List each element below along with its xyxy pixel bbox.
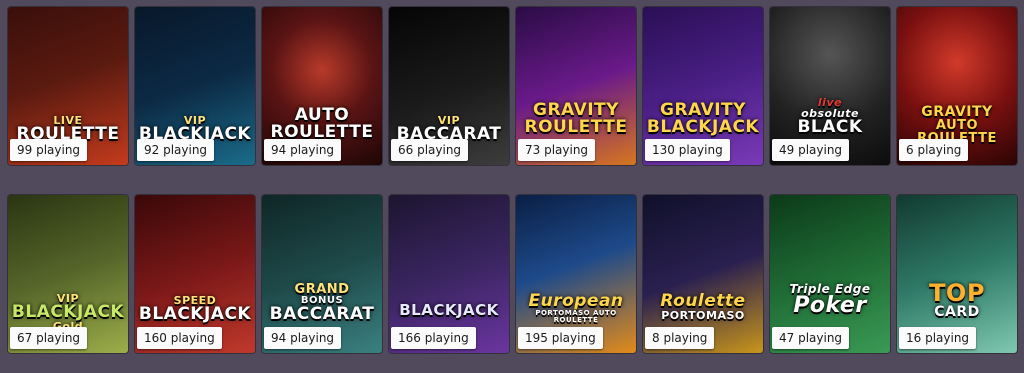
players-count-badge: 94 playing — [264, 327, 342, 349]
game-tile-gravity-auto-roulette[interactable]: GRAVITYAUTO ROULETTE 6 playing — [897, 7, 1017, 165]
game-title: SPEED BLACKJACK — [138, 294, 252, 324]
players-count-badge: 166 playing — [391, 327, 476, 349]
game-tile-speed-blackjack[interactable]: SPEED BLACKJACK 160 playing — [135, 195, 255, 353]
game-tile-european-roulette[interactable]: European PORTOMASO AUTO ROULETTE 195 pla… — [516, 195, 636, 353]
game-tile-auto-roulette[interactable]: AUTO ROULETTE 94 playing — [262, 7, 382, 165]
game-tile-grand-bonus-baccarat[interactable]: GRAND BONUS BACCARAT 94 playing — [262, 195, 382, 353]
players-count-badge: 130 playing — [645, 139, 730, 161]
game-tile-top-card[interactable]: TOP CARD 16 playing — [897, 195, 1017, 353]
players-count-badge: 195 playing — [518, 327, 603, 349]
game-tile-vip-baccarat[interactable]: VIP BACCARAT 66 playing — [389, 7, 509, 165]
game-tile-gravity-roulette[interactable]: GRAVITY ROULETTE 73 playing — [516, 7, 636, 165]
game-title: Roulette PORTOMASO — [660, 291, 746, 322]
game-title: TOP CARD — [929, 279, 985, 320]
game-tile-vip-blackjack[interactable]: VIP BLACKJACK 92 playing — [135, 7, 255, 165]
game-title: GRAVITY ROULETTE — [524, 100, 628, 137]
game-tile-live-roulette[interactable]: LIVE ROULETTE 99 playing — [8, 7, 128, 165]
game-title: live obsolute BLACK — [797, 96, 863, 137]
players-count-badge: 49 playing — [772, 139, 850, 161]
game-title: European PORTOMASO AUTO ROULETTE — [528, 291, 624, 324]
players-count-badge: 47 playing — [772, 327, 850, 349]
players-count-badge: 8 playing — [645, 327, 715, 349]
players-count-badge: 92 playing — [137, 139, 215, 161]
players-count-badge: 160 playing — [137, 327, 222, 349]
game-tile-blackjack[interactable]: BLACKJACK 166 playing — [389, 195, 509, 353]
game-title: GRAND BONUS BACCARAT — [269, 282, 375, 324]
players-count-badge: 94 playing — [264, 139, 342, 161]
game-grid: LIVE ROULETTE 99 playing VIP BLACKJACK 92 … — [0, 0, 1024, 373]
game-tile-vip-blackjack-gold[interactable]: VIP BLACKJACK Gold 67 playing — [8, 195, 128, 353]
players-count-badge: 73 playing — [518, 139, 596, 161]
game-title: GRAVITY BLACKJACK — [646, 100, 760, 137]
game-title: BLACKJACK — [399, 301, 499, 319]
players-count-badge: 6 playing — [899, 139, 969, 161]
game-tile-roulette-portomaso[interactable]: Roulette PORTOMASO 8 playing — [643, 195, 763, 353]
players-count-badge: 66 playing — [391, 139, 469, 161]
game-tile-gravity-blackjack[interactable]: GRAVITY BLACKJACK 130 playing — [643, 7, 763, 165]
game-tile-triple-edge-poker[interactable]: Triple Edge Poker 47 playing — [770, 195, 890, 353]
game-title: Triple Edge Poker — [789, 282, 871, 318]
game-title: AUTO ROULETTE — [270, 105, 374, 142]
players-count-badge: 16 playing — [899, 327, 977, 349]
players-count-badge: 99 playing — [10, 139, 88, 161]
players-count-badge: 67 playing — [10, 327, 88, 349]
game-tile-absolute-black[interactable]: live obsolute BLACK 49 playing — [770, 7, 890, 165]
